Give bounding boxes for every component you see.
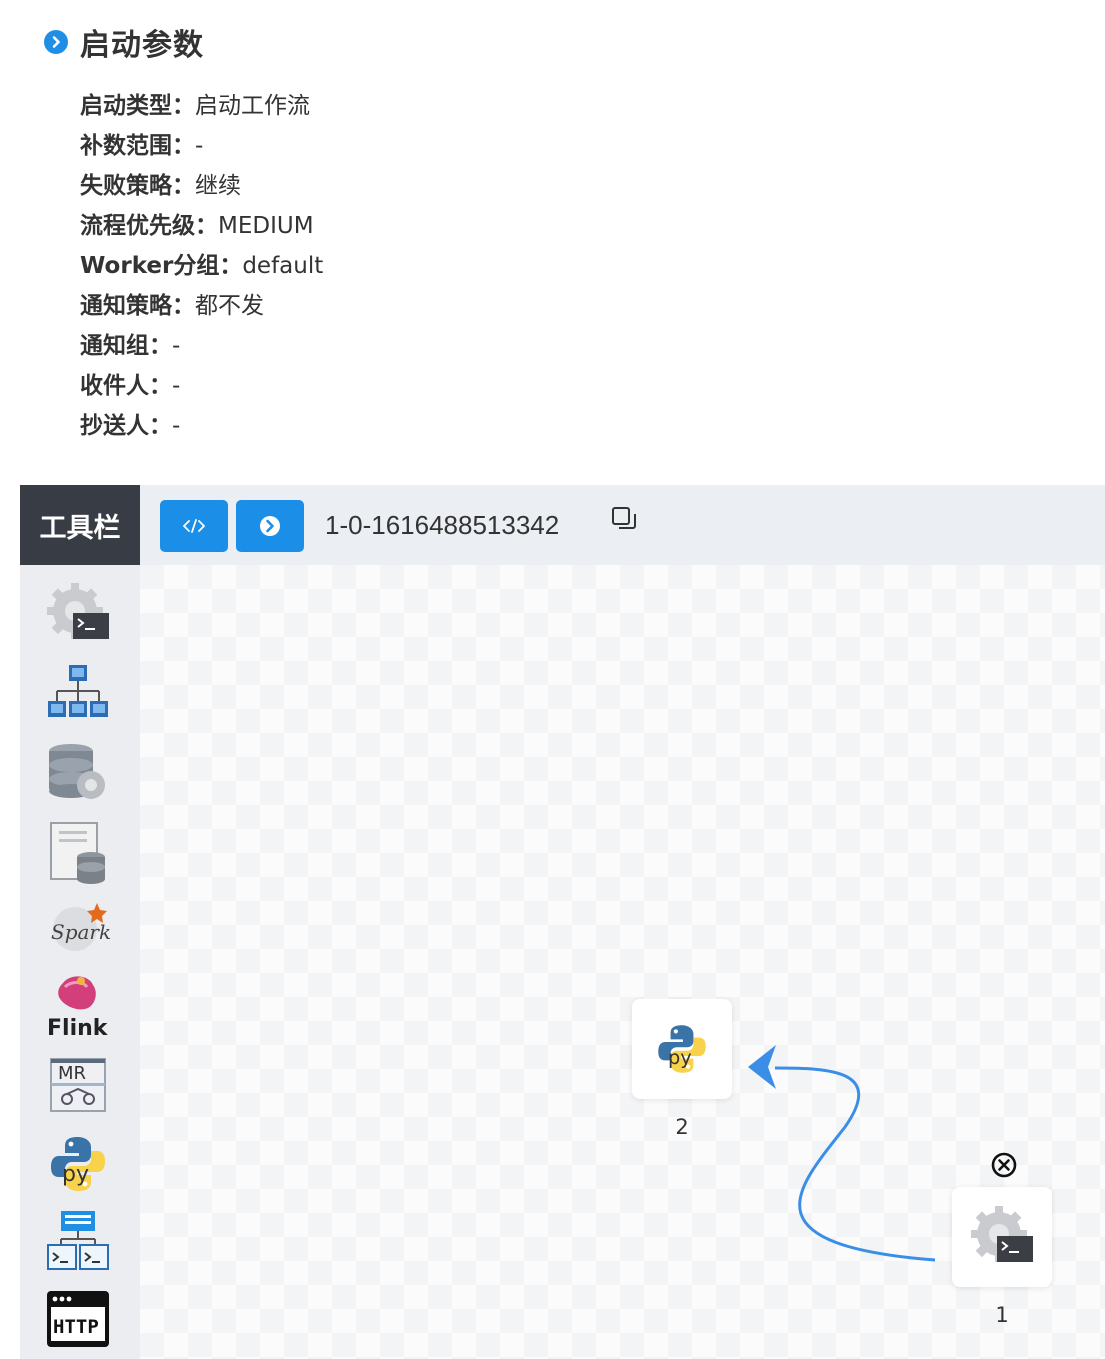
tool-spark[interactable]: Spark <box>45 897 111 963</box>
param-value: 都不发 <box>195 293 264 319</box>
dag-node-label: 1 <box>995 1303 1009 1327</box>
start-params-list: 启动类型：启动工作流 补数范围：- 失败策略：继续 流程优先级：MEDIUM W… <box>80 86 323 446</box>
tool-http[interactable]: HTTP <box>45 1287 111 1353</box>
dag-canvas[interactable]: py 2 1 <box>140 565 1105 1359</box>
tool-sub-process[interactable] <box>45 661 111 727</box>
dag-node-python[interactable]: py <box>632 999 732 1099</box>
dependent-task-icon <box>47 1211 109 1270</box>
tool-mr[interactable]: MR <box>45 1053 111 1119</box>
param-row: 失败策略：继续 <box>80 166 323 206</box>
tool-python[interactable]: py <box>45 1131 111 1197</box>
section-title: 启动参数 <box>80 28 204 63</box>
param-key: 收件人： <box>80 373 172 399</box>
param-row: 流程优先级：MEDIUM <box>80 206 323 246</box>
tool-sql[interactable] <box>45 821 111 887</box>
task-toolbar: 工具栏 Spark Flink MR py HTTP <box>20 485 140 1359</box>
param-value: - <box>172 333 181 359</box>
param-key: 通知策略： <box>80 293 195 319</box>
param-key: 补数范围： <box>80 133 195 159</box>
procedure-task-icon <box>49 744 105 799</box>
param-value: 继续 <box>195 173 241 199</box>
param-row: Worker分组：default <box>80 246 323 286</box>
param-value: MEDIUM <box>218 213 314 239</box>
edge-1-to-2 <box>774 1066 936 1262</box>
toolbar-title: 工具栏 <box>20 485 140 565</box>
param-key: 流程优先级： <box>80 213 218 239</box>
remove-node-icon[interactable] <box>990 1151 1018 1179</box>
spark-task-icon: Spark <box>51 903 111 951</box>
copy-icon[interactable] <box>610 505 638 533</box>
param-row: 收件人：- <box>80 366 323 406</box>
param-value: 启动工作流 <box>195 93 310 119</box>
http-logo-text: HTTP <box>53 1316 99 1338</box>
param-row: 抄送人：- <box>80 406 323 446</box>
param-key: 抄送人： <box>80 413 172 439</box>
shell-task-icon <box>971 1206 1033 1262</box>
tool-flink[interactable]: Flink <box>45 973 111 1039</box>
param-key: 通知组： <box>80 333 172 359</box>
svg-text:py: py <box>62 1162 89 1187</box>
dag-topbar: 1-0-1616488513342 <box>140 485 1105 565</box>
python-task-icon: py <box>51 1137 105 1191</box>
svg-text:py: py <box>668 1046 692 1069</box>
shell-task-icon <box>47 583 109 639</box>
param-key: Worker分组： <box>80 253 243 279</box>
sql-task-icon <box>50 822 105 884</box>
param-value: - <box>195 133 204 159</box>
http-task-icon: HTTP <box>47 1291 109 1347</box>
tool-shell[interactable] <box>45 581 111 647</box>
chevron-right-circle-icon <box>44 30 68 54</box>
spark-logo-text: Spark <box>51 920 111 944</box>
param-row: 通知策略：都不发 <box>80 286 323 326</box>
sub-process-task-icon <box>48 665 108 717</box>
view-code-button[interactable] <box>160 500 228 552</box>
dag-node-shell[interactable] <box>952 1187 1052 1287</box>
dag-node-label: 2 <box>675 1115 689 1139</box>
tool-dependent[interactable] <box>45 1209 111 1275</box>
param-value: - <box>172 373 181 399</box>
param-row: 补数范围：- <box>80 126 323 166</box>
param-row: 通知组：- <box>80 326 323 366</box>
instance-name: 1-0-1616488513342 <box>325 510 560 540</box>
param-row: 启动类型：启动工作流 <box>80 86 323 126</box>
chevron-right-circle-icon <box>260 516 280 536</box>
python-task-icon: py <box>658 1025 706 1073</box>
mr-logo-text: MR <box>58 1063 86 1084</box>
section-header: 启动参数 <box>44 20 204 64</box>
arrow-head-icon <box>748 1045 776 1089</box>
flink-logo-text: Flink <box>47 1016 109 1039</box>
tool-procedure[interactable] <box>45 741 111 807</box>
code-icon <box>183 519 205 533</box>
param-key: 启动类型： <box>80 93 195 119</box>
mr-task-icon: MR <box>50 1058 106 1112</box>
start-params-button[interactable] <box>236 500 304 552</box>
param-value: - <box>172 413 181 439</box>
param-value: default <box>242 253 324 279</box>
flink-task-icon: Flink <box>47 976 109 1039</box>
param-key: 失败策略： <box>80 173 195 199</box>
